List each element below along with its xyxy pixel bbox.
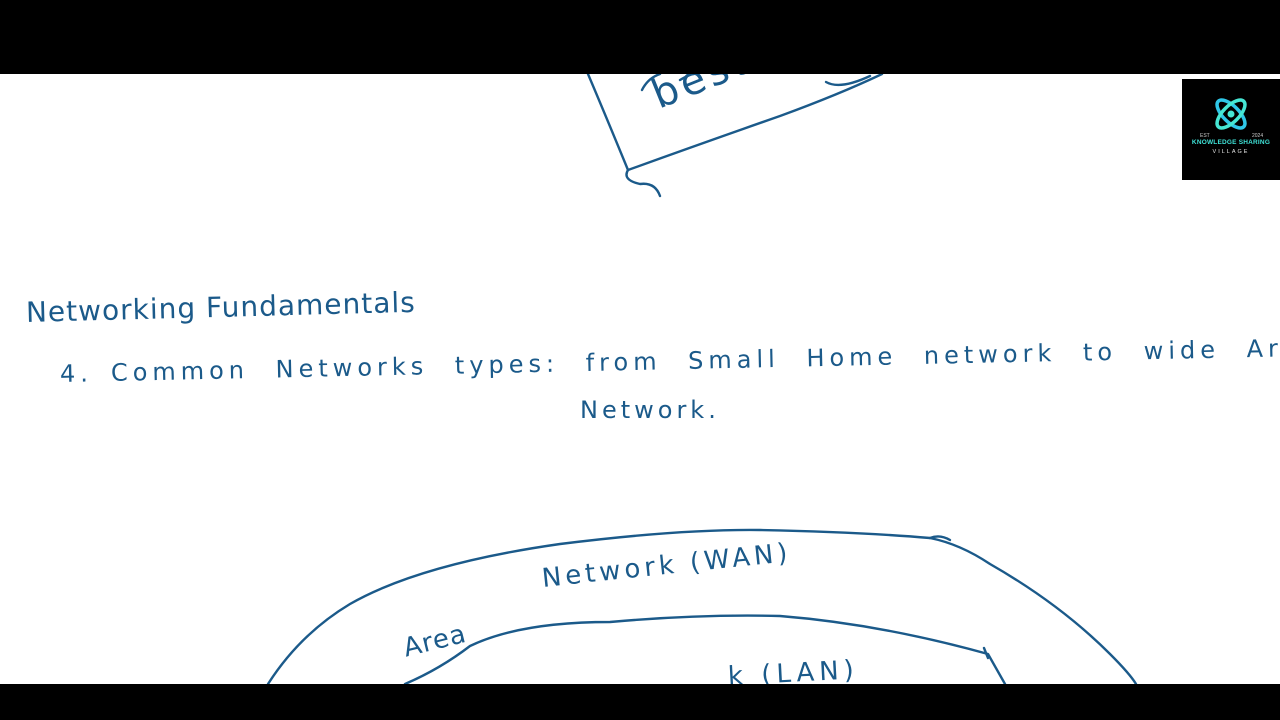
item-text-line2: Network.	[580, 396, 720, 424]
lan-inner-boundary	[403, 614, 1007, 684]
atom-orbit-icon	[1215, 98, 1247, 130]
whiteboard-canvas: best Networking Fundamentals 4. Common Ne…	[0, 74, 1280, 684]
channel-logo: EST 2024 KNOWLEDGE SHARING VILLAGE	[1182, 79, 1280, 180]
logo-subtitle: VILLAGE	[1212, 149, 1250, 155]
top-box-left-edge	[586, 74, 630, 172]
letterbox-top	[0, 0, 1280, 74]
letterbox-bottom	[0, 684, 1280, 720]
item-number: 4.	[59, 359, 94, 388]
logo-name: KNOWLEDGE SHARING	[1191, 139, 1271, 146]
top-box-curl	[625, 168, 662, 198]
